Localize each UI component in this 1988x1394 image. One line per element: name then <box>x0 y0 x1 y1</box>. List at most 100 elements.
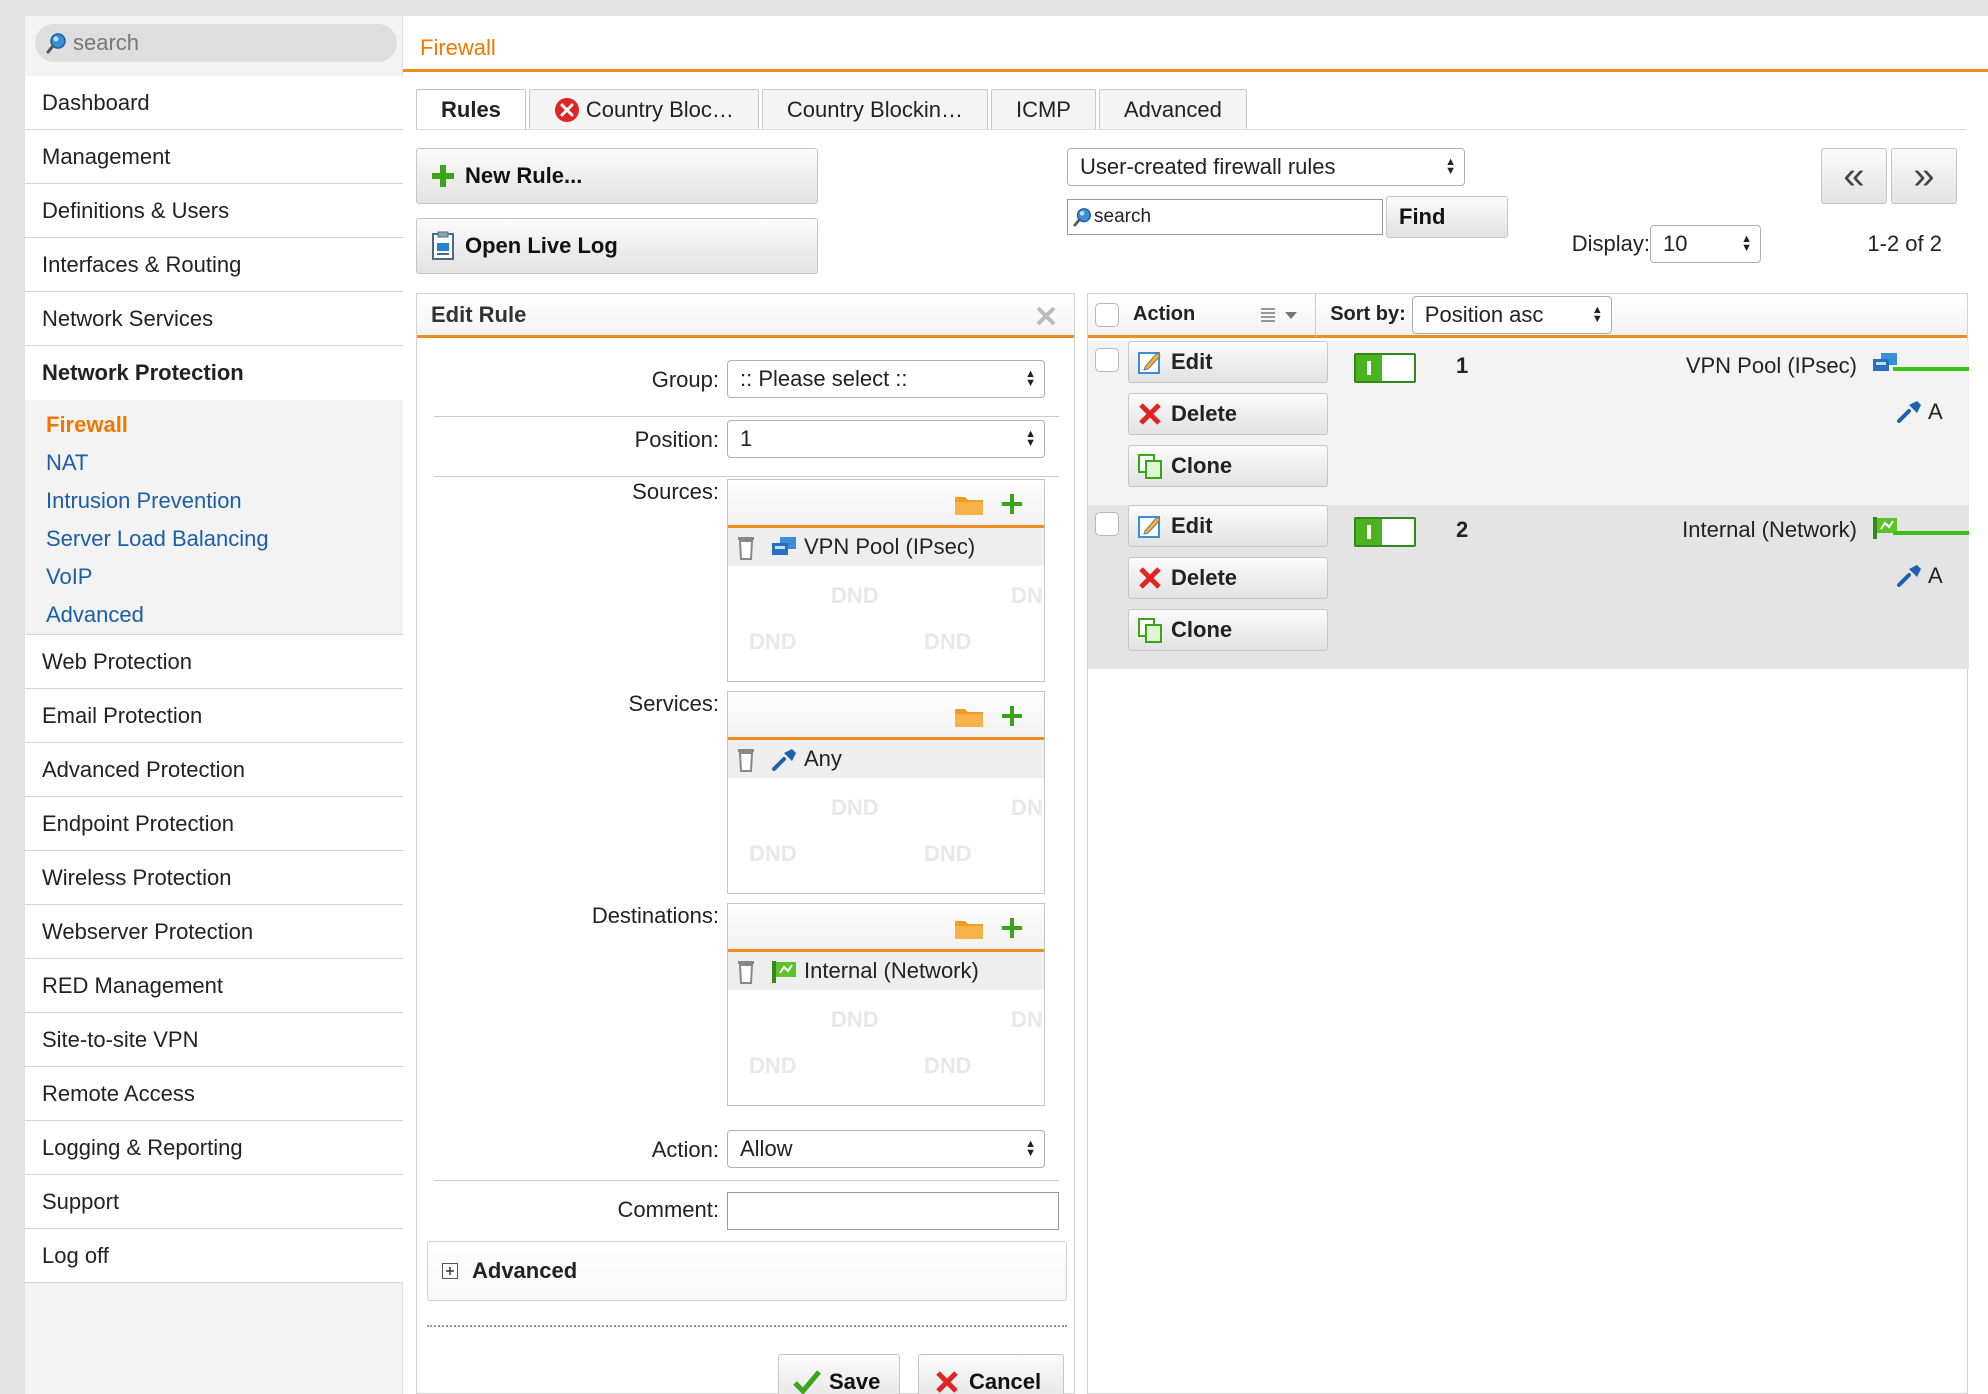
menu-item-web-protection[interactable]: Web Protection <box>25 635 403 689</box>
new-rule-button[interactable]: New Rule... <box>416 148 818 204</box>
menu-item-advanced-protection[interactable]: Advanced Protection <box>25 743 403 797</box>
group-label: Group: <box>651 367 719 392</box>
edit-icon <box>1137 513 1163 539</box>
folder-icon[interactable] <box>954 492 984 516</box>
tab-rules[interactable]: Rules <box>416 89 526 129</box>
trash-icon[interactable] <box>736 958 756 984</box>
sidebar-search-input[interactable]: search <box>35 24 397 62</box>
tab-country-blocking-1-label: Country Bloc… <box>585 96 734 122</box>
services-box[interactable]: Any DND DND DND DND <box>727 691 1045 894</box>
menu-item-webserver-protection[interactable]: Webserver Protection <box>25 905 403 959</box>
edit-rule-header: Edit Rule <box>417 294 1074 338</box>
menu-item-log-off[interactable]: Log off <box>25 1229 403 1283</box>
submenu-item-firewall[interactable]: Firewall <box>25 406 403 444</box>
edit-button[interactable]: Edit <box>1128 341 1328 383</box>
dnd-watermark: DND <box>1011 583 1044 608</box>
error-icon <box>554 97 580 123</box>
folder-icon[interactable] <box>954 704 984 728</box>
rule-enabled-toggle[interactable] <box>1354 517 1416 547</box>
open-live-log-button[interactable]: Open Live Log <box>416 218 818 274</box>
group-select[interactable]: :: Please select :: ▲ ▼ <box>727 360 1045 398</box>
delete-button[interactable]: Delete <box>1128 393 1328 435</box>
sources-box[interactable]: VPN Pool (IPsec) DND DND DND DND <box>727 479 1045 682</box>
advanced-section-toggle[interactable]: Advanced <box>427 1241 1067 1301</box>
menu-item-management[interactable]: Management <box>25 130 403 184</box>
sort-by-select[interactable]: Position asc ▲ ▼ <box>1411 295 1612 334</box>
menu-item-network-services[interactable]: Network Services <box>25 292 403 346</box>
menu-item-logging-reporting[interactable]: Logging & Reporting <box>25 1121 403 1175</box>
sidebar-search-placeholder: search <box>73 30 140 55</box>
tab-country-blocking-1[interactable]: Country Bloc… <box>528 89 759 129</box>
add-icon[interactable] <box>1000 492 1024 516</box>
menu-item-endpoint-protection[interactable]: Endpoint Protection <box>25 797 403 851</box>
submenu-item-intrusion-prevention[interactable]: Intrusion Prevention <box>25 482 403 520</box>
submenu-item-nat[interactable]: NAT <box>25 444 403 482</box>
service-plug-icon <box>770 747 798 771</box>
menu-item-remote-access[interactable]: Remote Access <box>25 1067 403 1121</box>
service-plug-icon <box>1895 563 1923 587</box>
menu-item-wireless-protection[interactable]: Wireless Protection <box>25 851 403 905</box>
submenu-item-voip[interactable]: VoIP <box>25 558 403 596</box>
display-count-value: 10 <box>1663 231 1688 256</box>
header-divider <box>1315 292 1317 337</box>
tab-country-blocking-2[interactable]: Country Blockin… <box>761 89 988 129</box>
row-checkbox[interactable] <box>1095 512 1119 536</box>
delete-button[interactable]: Delete <box>1128 557 1328 599</box>
tab-icmp[interactable]: ICMP <box>990 89 1096 129</box>
vpn-pool-icon <box>1871 351 1899 375</box>
submenu-item-server-load-balancing[interactable]: Server Load Balancing <box>25 520 403 558</box>
find-button[interactable]: Find <box>1386 196 1508 238</box>
menu-item-support[interactable]: Support <box>25 1175 403 1229</box>
rule-search-input[interactable]: search <box>1067 199 1383 235</box>
rule-flow-line <box>1893 367 1969 371</box>
add-icon[interactable] <box>1000 916 1024 940</box>
dnd-watermark: DND <box>1011 1007 1044 1032</box>
menu-item-red-management[interactable]: RED Management <box>25 959 403 1013</box>
previous-page-button[interactable]: « <box>1821 148 1887 204</box>
sources-item: VPN Pool (IPsec) <box>728 528 1044 566</box>
add-icon[interactable] <box>1000 704 1024 728</box>
save-button[interactable]: Save <box>778 1354 900 1394</box>
expand-icon <box>442 1263 458 1279</box>
close-icon[interactable] <box>1034 304 1058 328</box>
display-count-select[interactable]: 10 ▲ ▼ <box>1650 225 1761 263</box>
rule-source: VPN Pool (IPsec) <box>1685 353 1857 378</box>
menu-item-interfaces-routing[interactable]: Interfaces & Routing <box>25 238 403 292</box>
rule-source: Internal (Network) <box>1682 517 1857 542</box>
menu-item-definitions-users[interactable]: Definitions & Users <box>25 184 403 238</box>
table-row: Edit Delete Clone 1 VPN Pool (IPsec) A <box>1088 341 1969 505</box>
destinations-box[interactable]: Internal (Network) DND DND DND DND <box>727 903 1045 1106</box>
clone-icon <box>1137 617 1163 643</box>
trash-icon[interactable] <box>736 534 756 560</box>
divider <box>434 476 1059 477</box>
rules-table: Action Sort by: Position asc ▲ ▼ Edit De… <box>1087 292 1969 1394</box>
delete-label: Delete <box>1171 401 1238 426</box>
sort-by-value: Position asc <box>1424 301 1544 327</box>
rule-filter-select[interactable]: User-created firewall rules ▲ ▼ <box>1067 148 1465 186</box>
cancel-button[interactable]: Cancel <box>918 1354 1064 1394</box>
menu-item-email-protection[interactable]: Email Protection <box>25 689 403 743</box>
folder-icon[interactable] <box>954 916 984 940</box>
menu-item-dashboard[interactable]: Dashboard <box>25 76 403 130</box>
next-page-button[interactable]: » <box>1891 148 1957 204</box>
row-checkbox[interactable] <box>1095 348 1119 372</box>
vpn-pool-icon <box>770 535 798 559</box>
tab-advanced[interactable]: Advanced <box>1098 89 1247 129</box>
action-select[interactable]: Allow ▲ ▼ <box>727 1130 1045 1168</box>
rule-position: 2 <box>1456 517 1469 542</box>
menu-item-site-to-site-vpn[interactable]: Site-to-site VPN <box>25 1013 403 1067</box>
menu-item-network-protection[interactable]: Network Protection <box>25 346 403 400</box>
clone-button[interactable]: Clone <box>1128 445 1328 487</box>
divider <box>434 416 1059 417</box>
position-select[interactable]: 1 ▲ ▼ <box>727 420 1045 458</box>
edit-button[interactable]: Edit <box>1128 505 1328 547</box>
clone-button[interactable]: Clone <box>1128 609 1328 651</box>
comment-input[interactable] <box>727 1192 1059 1230</box>
submenu-item-advanced[interactable]: Advanced <box>25 596 403 634</box>
column-menu-icon[interactable] <box>1259 306 1301 324</box>
trash-icon[interactable] <box>736 746 756 772</box>
services-box-header <box>728 692 1044 740</box>
select-all-checkbox[interactable] <box>1095 302 1119 327</box>
dotted-divider <box>427 1325 1067 1327</box>
rule-enabled-toggle[interactable] <box>1354 353 1416 383</box>
